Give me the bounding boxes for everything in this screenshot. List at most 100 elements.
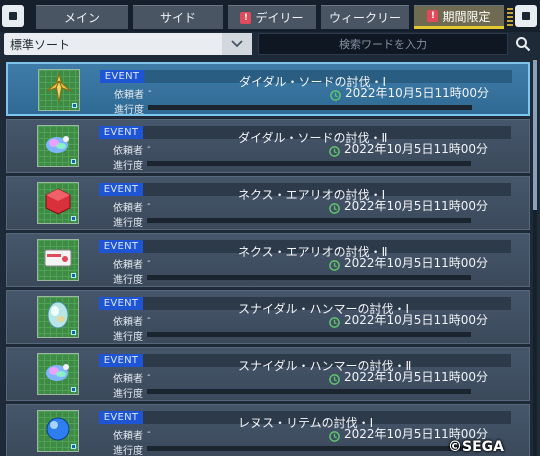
badge-corner-icon — [71, 387, 76, 392]
progress-label: 進行度 — [114, 105, 144, 116]
progress-label: 進行度 — [113, 332, 143, 343]
quest-row[interactable]: ネクス・エアリオの討伐・Ⅱ EVENT 依頼者 - 進行度 2022年10月5日… — [6, 233, 530, 287]
next-tab-button[interactable] — [515, 5, 537, 27]
client-value: - — [147, 256, 151, 267]
tab-bar: メイン サイド ! デイリー ウィークリー ! 期間限定 — [0, 0, 540, 32]
tab-label: 期間限定 — [442, 9, 491, 24]
search-input[interactable]: 検索ワードを入力 — [258, 33, 508, 55]
client-label: 依頼者 — [113, 203, 143, 214]
clock-icon — [329, 313, 340, 328]
red-cube-icon — [41, 184, 75, 222]
client-label: 依頼者 — [113, 317, 143, 328]
quest-thumbnail — [37, 125, 79, 167]
progress-bar — [147, 275, 471, 280]
tab-daily[interactable]: ! デイリー — [228, 5, 316, 29]
title-bar: ダイダル・ソードの討伐・Ⅱ — [99, 126, 511, 145]
progress-label: 進行度 — [113, 161, 143, 172]
progress-label: 進行度 — [113, 389, 143, 400]
progress-bar — [148, 105, 472, 110]
badge-corner-icon — [72, 103, 77, 108]
clock-icon — [330, 86, 341, 101]
alert-icon: ! — [240, 11, 252, 24]
progress-label: 進行度 — [113, 275, 143, 286]
rainbow-gem-icon — [41, 355, 75, 393]
event-badge: EVENT — [100, 70, 144, 83]
prev-tab-button[interactable] — [2, 5, 24, 27]
quest-thumbnail — [37, 296, 79, 338]
event-badge: EVENT — [99, 126, 143, 139]
event-badge: EVENT — [99, 240, 143, 253]
tab-label: デイリー — [255, 11, 304, 25]
quest-row[interactable]: スナイダル・ハンマーの討伐・Ⅰ EVENT 依頼者 - 進行度 2022年10月… — [6, 290, 530, 344]
title-bar: ダイダル・ソードの討伐・Ⅰ — [100, 70, 512, 89]
badge-corner-icon — [71, 216, 76, 221]
tab-label: ウィークリー — [328, 11, 401, 25]
badge-corner-icon — [71, 330, 76, 335]
tab-limited[interactable]: ! 期間限定 — [414, 5, 504, 29]
title-bar: ネクス・エアリオの討伐・Ⅱ — [99, 240, 511, 259]
sort-dropdown[interactable]: 標準ソート — [4, 33, 252, 55]
event-badge: EVENT — [99, 354, 143, 367]
client-value: - — [147, 313, 151, 324]
tab-decoration — [507, 8, 513, 26]
progress-bar — [147, 446, 471, 451]
client-value: - — [147, 142, 151, 153]
client-label: 依頼者 — [114, 90, 144, 101]
quest-thumbnail — [37, 239, 79, 281]
copyright: ©SEGA — [448, 439, 504, 455]
quest-thumbnail — [37, 410, 79, 452]
alert-icon: ! — [427, 10, 439, 22]
clock-icon — [329, 199, 340, 214]
client-value: - — [147, 427, 151, 438]
blue-orb-icon — [41, 412, 75, 450]
client-label: 依頼者 — [113, 260, 143, 271]
clock-icon — [329, 370, 340, 385]
event-badge: EVENT — [99, 297, 143, 310]
badge-corner-icon — [71, 159, 76, 164]
quest-row[interactable]: スナイダル・ハンマーの討伐・Ⅱ EVENT 依頼者 - 進行度 2022年10月… — [6, 347, 530, 401]
event-badge: EVENT — [99, 411, 143, 424]
crystal-egg-icon — [41, 298, 75, 336]
title-bar: スナイダル・ハンマーの討伐・Ⅱ — [99, 354, 511, 373]
quest-row[interactable]: ネクス・エアリオの討伐・Ⅰ EVENT 依頼者 - 進行度 2022年10月5日… — [6, 176, 530, 230]
quest-thumbnail — [37, 353, 79, 395]
quest-thumbnail — [38, 69, 80, 111]
progress-bar — [147, 332, 471, 337]
deadline: 2022年10月5日11時00分 — [344, 256, 488, 270]
tab-weekly[interactable]: ウィークリー — [321, 5, 409, 29]
client-label: 依頼者 — [113, 374, 143, 385]
quest-thumbnail — [37, 182, 79, 224]
title-bar: レヌス・リテムの討伐・Ⅰ — [99, 411, 511, 430]
deadline: 2022年10月5日11時00分 — [344, 142, 488, 156]
quest-row[interactable]: ダイダル・ソードの討伐・Ⅰ EVENT 依頼者 - 進行度 2022年10月5日… — [6, 62, 530, 116]
sword-crest-icon — [42, 71, 76, 109]
ticket-icon — [41, 241, 75, 279]
client-value: - — [147, 370, 151, 381]
tab-label: サイド — [159, 11, 196, 25]
deadline: 2022年10月5日11時00分 — [344, 313, 488, 327]
title-bar: スナイダル・ハンマーの討伐・Ⅰ — [99, 297, 511, 316]
progress-bar — [147, 161, 471, 166]
client-label: 依頼者 — [113, 431, 143, 442]
clock-icon — [329, 427, 340, 442]
sort-label: 標準ソート — [10, 38, 71, 52]
quest-row[interactable]: ダイダル・ソードの討伐・Ⅱ EVENT 依頼者 - 進行度 2022年10月5日… — [6, 119, 530, 173]
progress-bar — [147, 389, 471, 394]
tab-main[interactable]: メイン — [36, 5, 128, 29]
deadline: 2022年10月5日11時00分 — [344, 370, 488, 384]
chevron-down-icon[interactable] — [222, 33, 252, 55]
client-value: - — [148, 86, 152, 97]
search-icon[interactable] — [513, 35, 533, 53]
progress-bar — [147, 218, 471, 223]
tab-label: メイン — [63, 11, 100, 25]
progress-label: 進行度 — [113, 218, 143, 229]
scrollbar[interactable] — [533, 60, 537, 456]
deadline: 2022年10月5日11時00分 — [344, 199, 488, 213]
client-label: 依頼者 — [113, 146, 143, 157]
tab-side[interactable]: サイド — [133, 5, 223, 29]
event-badge: EVENT — [99, 183, 143, 196]
clock-icon — [329, 142, 340, 157]
search-placeholder: 検索ワードを入力 — [339, 38, 427, 51]
scroll-thumb[interactable] — [533, 60, 537, 210]
badge-corner-icon — [71, 273, 76, 278]
